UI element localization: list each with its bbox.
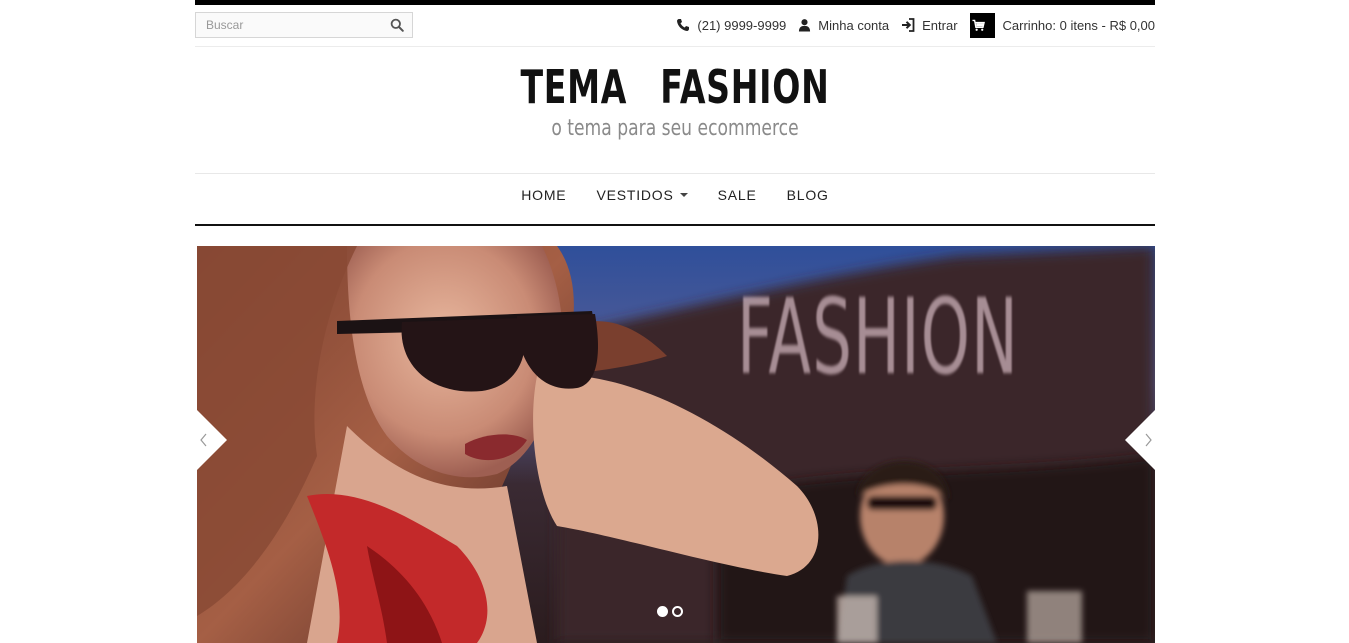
search-box — [195, 12, 413, 38]
search-icon[interactable] — [390, 18, 404, 32]
phone-icon — [677, 19, 690, 31]
hero-slider[interactable]: FASHION — [197, 246, 1155, 643]
nav-item-blog[interactable]: BLOG — [787, 187, 829, 203]
nav-label: SALE — [717, 187, 757, 203]
user-icon — [799, 19, 811, 32]
main-nav: HOME VESTIDOS SALE BLOG — [195, 187, 1155, 203]
nav-label: VESTIDOS — [596, 187, 674, 203]
account-label: Minha conta — [818, 17, 890, 33]
cart-link[interactable]: Carrinho: 0 itens - R$ 0,00 — [969, 12, 1155, 38]
slider-dot[interactable] — [657, 606, 668, 617]
chevron-down-icon — [679, 193, 688, 197]
search-input[interactable] — [196, 13, 396, 37]
phone-link[interactable]: (21) 9999-9999 — [676, 18, 786, 33]
nav-underline — [195, 224, 1155, 226]
slide-overlay-text: FASHION — [737, 276, 1019, 398]
nav-item-vestidos[interactable]: VESTIDOS — [596, 187, 688, 203]
slider-pagination — [657, 606, 687, 617]
cart-summary: Carrinho: 0 itens - R$ 0,00 — [1002, 17, 1155, 33]
top-border — [195, 0, 1155, 5]
nav-label: BLOG — [786, 187, 829, 203]
cart-icon — [972, 19, 985, 31]
top-links: (21) 9999-9999 Minha conta Entrar Carrin… — [664, 10, 1155, 40]
login-label: Entrar — [922, 17, 958, 33]
logo-subtitle: o tema para seu ecommerce — [551, 116, 799, 141]
nav-label: HOME — [521, 187, 567, 203]
sign-in-icon — [902, 18, 915, 32]
slider-dot[interactable] — [672, 606, 683, 617]
login-link[interactable]: Entrar — [901, 17, 958, 33]
divider — [195, 173, 1155, 174]
nav-item-home[interactable]: HOME — [521, 187, 566, 203]
nav-item-sale[interactable]: SALE — [718, 187, 757, 203]
account-link[interactable]: Minha conta — [798, 18, 889, 33]
cart-icon-box — [969, 12, 995, 38]
divider — [195, 46, 1155, 47]
logo-title[interactable]: TEMA FASHION — [329, 60, 1020, 114]
chevron-right-icon[interactable] — [1125, 410, 1155, 470]
chevron-left-icon[interactable] — [197, 410, 227, 470]
phone-number: (21) 9999-9999 — [697, 17, 787, 33]
